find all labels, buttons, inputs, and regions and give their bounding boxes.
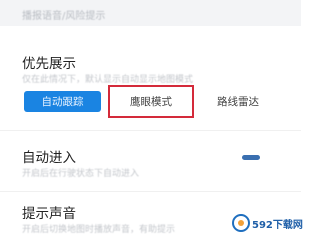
- highlight-annotation-box: [108, 85, 194, 118]
- prompt-sound-title: 提示声音: [22, 206, 76, 222]
- watermark-logo: 592下载网: [232, 211, 303, 237]
- auto-enter-title: 自动进入: [22, 150, 76, 166]
- priority-title: 优先展示: [22, 56, 76, 72]
- divider: [0, 130, 301, 131]
- priority-description: 仅在此情况下，默认显示自动显示地图模式: [22, 75, 194, 85]
- divider: [0, 191, 301, 192]
- option-route-radar-button[interactable]: 路线雷达: [200, 91, 276, 112]
- prompt-sound-description: 开启后切换地图时播放声音，有助提示: [22, 225, 176, 235]
- watermark-icon: [232, 214, 250, 232]
- auto-enter-description: 开启后在行驶状态下自动进入: [22, 169, 140, 179]
- header-text: 播报语音/风险提示: [22, 11, 106, 22]
- header-bar: 播报语音/风险提示: [0, 0, 301, 26]
- watermark-text: 592下载网: [252, 220, 303, 231]
- option-auto-track-button[interactable]: 自动跟踪: [24, 91, 101, 112]
- auto-enter-toggle[interactable]: [242, 155, 260, 160]
